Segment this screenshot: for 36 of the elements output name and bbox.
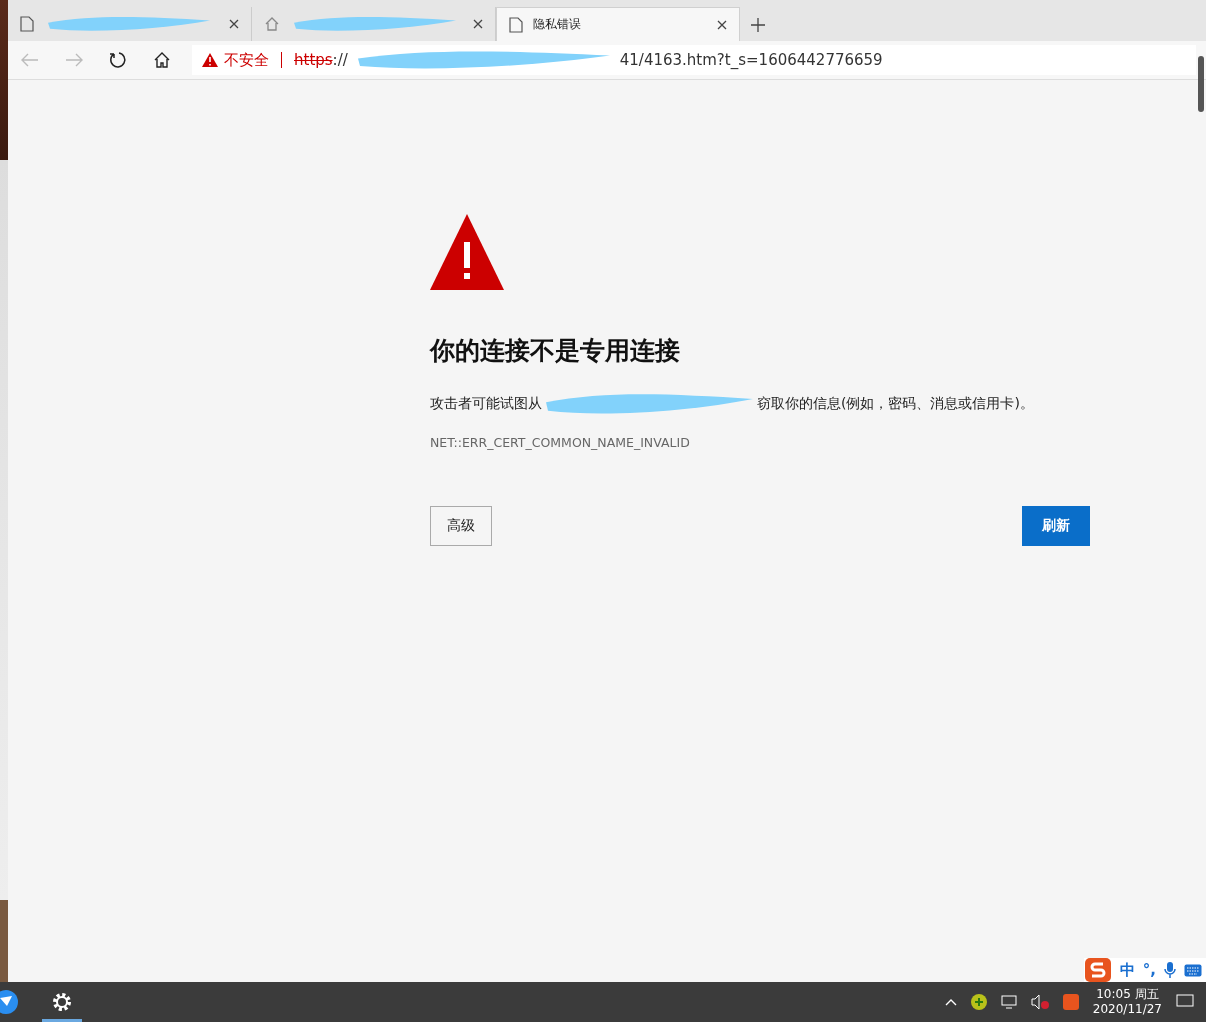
clock-time[interactable]: 10:05 周五 <box>1096 987 1159 1002</box>
home-icon[interactable] <box>153 51 171 69</box>
close-icon[interactable] <box>229 19 239 29</box>
speaker-muted-icon[interactable] <box>1030 994 1049 1010</box>
close-icon[interactable] <box>473 19 483 29</box>
advanced-button[interactable]: 高级 <box>430 506 492 546</box>
url-text: 41/4163.htm?t_s=1606442776659 <box>619 51 883 69</box>
refresh-button[interactable]: 刷新 <box>1022 506 1090 546</box>
address-field[interactable]: 不安全 https:// 41/4163.htm?t_s=1606442776659 <box>192 45 1196 75</box>
chevron-up-icon[interactable] <box>944 998 957 1006</box>
keyboard-icon[interactable] <box>1184 963 1202 977</box>
close-icon[interactable] <box>717 19 727 30</box>
ime-logo-icon[interactable] <box>1083 957 1112 983</box>
url-scheme: https:// <box>294 51 348 69</box>
error-heading: 你的连接不是专用连接 <box>430 335 681 367</box>
new-tab-icon[interactable] <box>750 17 766 33</box>
description-text: 窃取你的信息(例如，密码、消息或信用卡)。 <box>757 395 1034 413</box>
ime-mode[interactable]: 中 <box>1119 960 1135 980</box>
page-icon <box>509 16 523 33</box>
home-icon <box>264 16 280 32</box>
scrollbar-thumb[interactable] <box>1198 56 1204 112</box>
app-icon[interactable] <box>0 990 20 1014</box>
warning-icon <box>430 214 504 290</box>
page-icon <box>20 16 34 32</box>
description-text: 攻击者可能试图从 <box>430 395 542 413</box>
refresh-icon[interactable] <box>109 51 127 69</box>
notification-icon[interactable] <box>1176 994 1194 1010</box>
plus-circle-icon[interactable] <box>970 994 987 1010</box>
warning-icon <box>202 53 218 67</box>
browser-tab[interactable]: 隐私错误 <box>496 7 740 41</box>
clock-date[interactable]: 2020/11/27 <box>1092 1002 1162 1017</box>
security-label: 不安全 <box>224 50 269 70</box>
ime-punctuation[interactable]: °, <box>1142 961 1156 979</box>
microphone-icon[interactable] <box>1164 962 1176 978</box>
error-code: NET::ERR_CERT_COMMON_NAME_INVALID <box>430 435 691 450</box>
tab-title: 隐私错误 <box>533 16 581 33</box>
